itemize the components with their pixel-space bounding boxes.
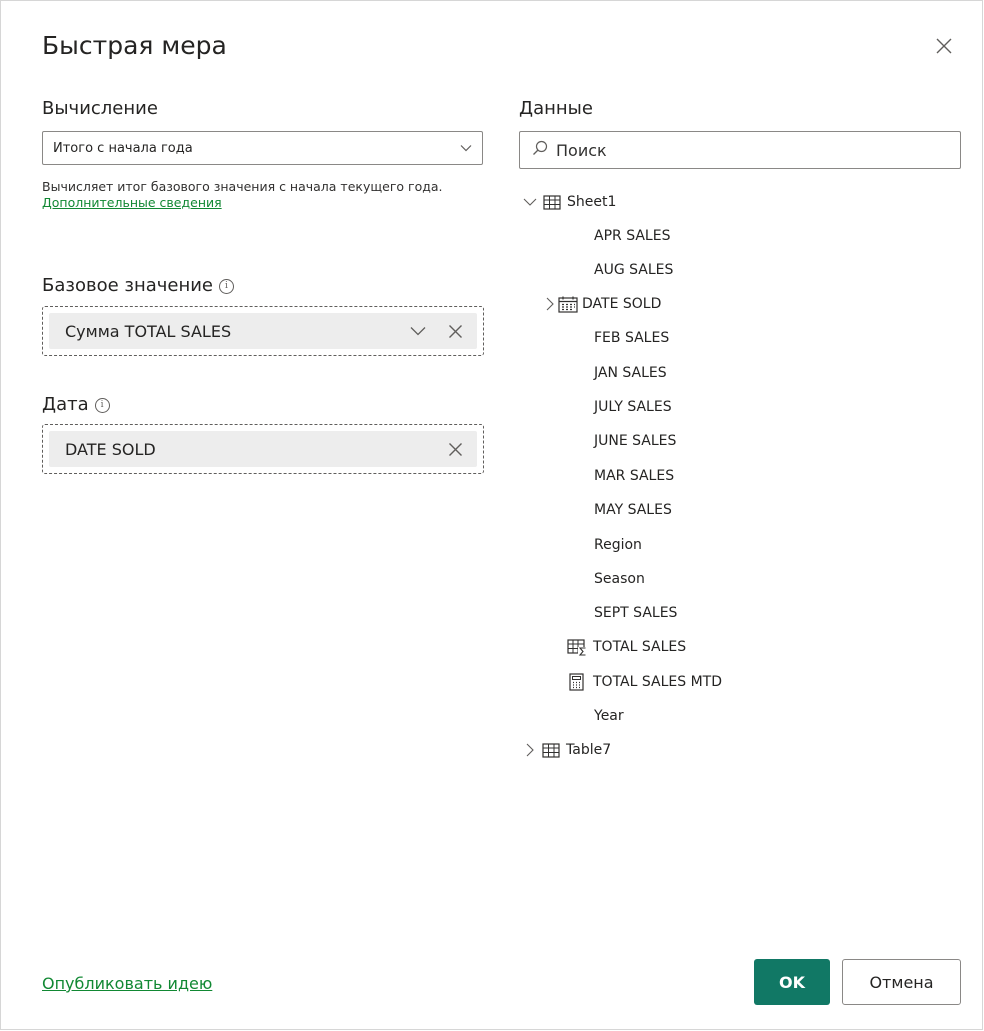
base-value-section-label: Базовое значение i [42,275,234,296]
field-label: Year [594,708,624,724]
dialog-title: Быстрая мера [42,31,227,60]
tree-field-sept-sales[interactable]: SEPT SALES [594,602,677,624]
tree-field-season[interactable]: Season [594,568,645,590]
chevron-down-icon[interactable] [410,326,426,336]
chevron-down-icon[interactable] [523,197,537,207]
date-field-name: DATE SOLD [65,439,156,459]
field-label: MAR SALES [594,468,675,484]
date-label: Дата [42,394,89,415]
tree-field-apr-sales[interactable]: APR SALES [594,225,670,247]
tree-field-july-sales[interactable]: JULY SALES [594,396,672,418]
tree-field-total-sales-mtd[interactable]: TOTAL SALES MTD [569,671,722,693]
date-dropzone[interactable]: DATE SOLD [42,424,484,474]
chevron-right-icon[interactable] [545,297,554,311]
field-label: DATE SOLD [582,296,662,312]
tree-field-aug-sales[interactable]: AUG SALES [594,259,673,281]
tree-field-date-sold[interactable]: DATE SOLD [545,293,661,315]
field-label: TOTAL SALES MTD [593,674,722,690]
tree-field-total-sales[interactable]: TOTAL SALES [567,636,686,658]
tree-field-mar-sales[interactable]: MAR SALES [594,465,674,487]
tree-table-table7[interactable]: Table7 [525,739,611,761]
field-label: JULY SALES [594,399,672,415]
calculation-selected-value: Итого с начала года [53,140,193,156]
submit-idea-link[interactable]: Опубликовать идею [42,974,212,993]
base-value-label: Базовое значение [42,275,213,296]
search-field[interactable] [519,131,961,169]
base-value-pill[interactable]: Сумма TOTAL SALES [49,313,477,349]
table-icon [542,742,560,758]
tree-field-june-sales[interactable]: JUNE SALES [594,430,676,452]
date-section-label: Дата i [42,394,110,415]
tree-table-label: Sheet1 [567,194,617,210]
search-input[interactable] [556,140,936,160]
field-label: MAY SALES [594,502,672,518]
tree-field-region[interactable]: Region [594,534,642,556]
tree-field-year[interactable]: Year [594,705,624,727]
chevron-right-icon[interactable] [525,743,534,757]
tree-table-sheet1[interactable]: Sheet1 [523,191,616,213]
date-pill[interactable]: DATE SOLD [49,431,477,467]
calculation-label: Вычисление [42,98,158,119]
learn-more-link[interactable]: Дополнительные сведения [42,195,222,210]
field-label: JUNE SALES [594,433,677,449]
field-label: TOTAL SALES [593,639,687,655]
info-icon[interactable]: i [94,398,110,413]
field-label: Region [594,537,642,553]
calculation-dropdown[interactable]: Итого с начала года [42,131,483,165]
tree-field-feb-sales[interactable]: FEB SALES [594,327,669,349]
field-label: APR SALES [594,228,671,244]
data-pane-label: Данные [519,98,593,119]
field-label: FEB SALES [594,330,670,346]
tree-field-jan-sales[interactable]: JAN SALES [594,362,667,384]
calendar-icon [558,296,578,313]
calculator-icon [569,673,584,691]
base-value-field-name: Сумма TOTAL SALES [65,321,232,341]
calculation-description-text: Вычисляет итог базового значения с начал… [42,179,443,194]
cancel-button[interactable]: Отмена [842,959,961,1005]
search-icon [532,140,556,160]
field-label: SEPT SALES [594,605,678,621]
close-icon [935,38,953,59]
field-label: Season [594,571,645,587]
tree-table-label: Table7 [566,742,612,758]
table-icon [543,194,561,210]
close-button[interactable] [935,37,963,65]
field-label: JAN SALES [594,365,667,381]
chevron-down-icon [460,144,472,152]
ok-button[interactable]: OK [754,959,830,1005]
tree-field-may-sales[interactable]: MAY SALES [594,499,672,521]
remove-field-icon[interactable] [448,324,463,339]
quick-measure-dialog: Быстрая мера Вычисление Итого с начала г… [0,0,983,1030]
info-icon[interactable]: i [219,279,234,294]
calculation-description: Вычисляет итог базового значения с начал… [42,179,487,211]
sum-table-icon [567,638,587,656]
base-value-dropzone[interactable]: Сумма TOTAL SALES [42,306,484,356]
field-label: AUG SALES [594,262,674,278]
remove-field-icon[interactable] [448,442,463,457]
